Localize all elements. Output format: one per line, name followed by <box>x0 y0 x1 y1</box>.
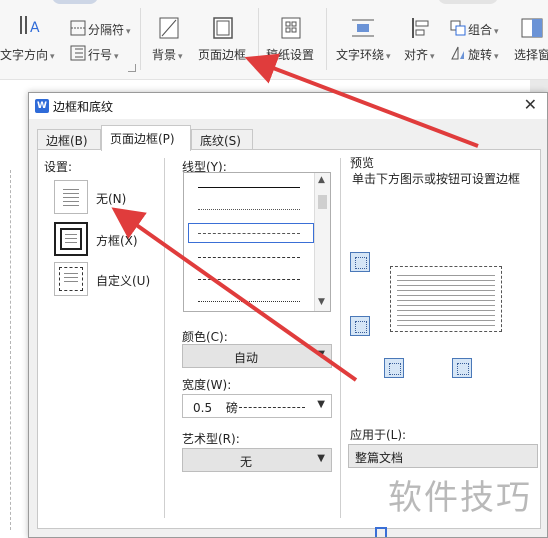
watermark-text: 软件技巧 <box>388 478 532 518</box>
annotation-arrows <box>111 53 479 382</box>
arrow-to-none-setting <box>111 207 358 382</box>
arrow-to-page-border <box>244 53 479 148</box>
tab-page-border[interactable]: 页面边框(P) <box>101 125 191 151</box>
